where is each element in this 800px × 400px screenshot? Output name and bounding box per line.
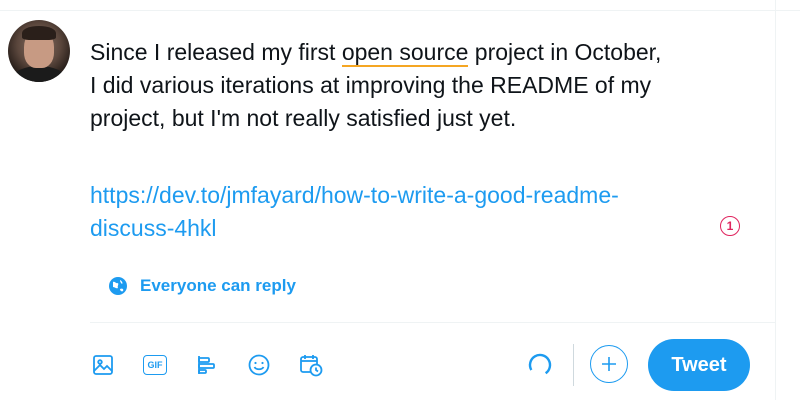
plus-icon — [602, 357, 616, 371]
composer-divider — [90, 322, 775, 323]
avatar-hair — [22, 26, 56, 40]
add-another-tweet-button[interactable] — [590, 345, 628, 383]
tweet-link[interactable]: https://dev.to/jmfayard/how-to-write-a-g… — [90, 179, 750, 245]
tweet-text-area[interactable]: Since I released my first open source pr… — [90, 36, 770, 135]
schedule-icon — [300, 355, 323, 377]
schedule-button[interactable] — [294, 348, 328, 382]
text-line-3: project, but I'm not really satisfied ju… — [90, 105, 517, 131]
image-icon — [93, 355, 113, 375]
compose-toolbar: GIF — [86, 348, 346, 382]
text-line-1: Since I released my first open source pr… — [90, 36, 770, 69]
add-emoji-button[interactable] — [242, 348, 276, 382]
add-media-button[interactable] — [86, 348, 120, 382]
right-divider — [775, 0, 776, 400]
add-gif-button[interactable]: GIF — [138, 348, 172, 382]
tweet-button[interactable]: Tweet — [648, 339, 750, 391]
text-line-2: I did various iterations at improving th… — [90, 72, 652, 98]
text-segment: Since I released my first — [90, 39, 342, 65]
avatar-shirt — [12, 66, 66, 82]
error-count-icon[interactable]: 1 — [720, 216, 740, 236]
reply-setting-label: Everyone can reply — [140, 276, 296, 295]
link-line-1: https://dev.to/jmfayard/how-to-write-a-g… — [90, 182, 619, 208]
emoji-icon — [248, 354, 270, 376]
add-poll-button[interactable] — [190, 348, 224, 382]
globe-icon — [109, 277, 127, 295]
text-segment: project in October, — [468, 39, 662, 65]
toolbar-separator — [573, 344, 574, 386]
character-count-ring — [528, 353, 552, 377]
poll-icon — [198, 356, 215, 374]
spellcheck-underline-text: open source — [341, 39, 469, 67]
gif-icon: GIF — [143, 355, 167, 375]
link-line-2: discuss-4hkl — [90, 215, 217, 241]
top-divider — [0, 0, 800, 11]
avatar[interactable] — [8, 20, 70, 82]
reply-setting-button[interactable]: Everyone can reply — [108, 272, 296, 300]
